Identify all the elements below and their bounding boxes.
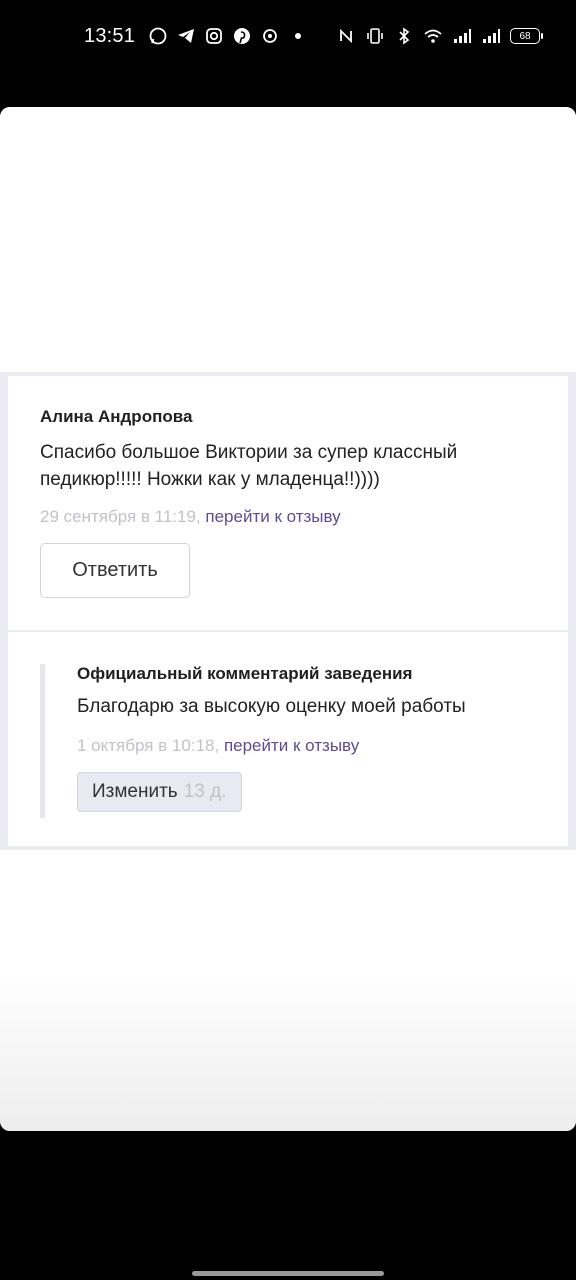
blank-area [0,107,576,372]
vibrate-icon [365,26,385,46]
notification-icons [148,26,308,46]
review-text: Спасибо большое Виктории за супер классн… [40,442,458,490]
official-comment-meta: 1 октября в 10:18, перейти к отзыву [77,736,536,756]
edit-days-left: 13 д. [183,781,227,802]
content-sheet: Алина Андропова Спасибо большое Виктории… [0,107,576,1131]
telegram-icon [176,26,196,46]
official-comment-date: 1 октября в 10:18, [77,736,220,755]
whatsapp-icon [148,26,168,46]
status-bar: 13:51 68 [0,0,576,76]
bottom-fade [0,971,576,1131]
signal-icon [452,26,472,46]
edit-button[interactable]: Изменить 13 д. [77,772,242,812]
official-comment-title: Официальный комментарий заведения [77,664,413,683]
official-go-to-review-link[interactable]: перейти к отзыву [224,736,359,755]
edit-label: Изменить [92,781,178,802]
pinterest-icon [232,26,252,46]
official-comment-text: Благодарю за высокую оценку моей работы [77,696,466,717]
battery-indicator: 68 [510,28,543,44]
system-icons: 68 [336,26,543,46]
status-time: 13:51 [84,25,136,47]
home-indicator[interactable] [192,1271,384,1276]
official-comment-body: Официальный комментарий заведения Благод… [40,664,536,818]
dot-icon [288,26,308,46]
review-meta: 29 сентября в 11:19, перейти к отзыву [40,507,536,527]
review-date: 29 сентября в 11:19, [40,507,201,526]
reviews-section: Алина Андропова Спасибо большое Виктории… [0,372,576,850]
reply-button[interactable]: Ответить [40,543,190,598]
review-author: Алина Андропова [40,407,193,426]
signal-icon [481,26,501,46]
nfc-icon [336,26,356,46]
app-icon [260,26,280,46]
review-card: Алина Андропова Спасибо большое Виктории… [8,376,568,846]
wifi-icon [423,26,443,46]
go-to-review-link[interactable]: перейти к отзыву [205,507,340,526]
official-comment: Официальный комментарий заведения Благод… [8,632,568,846]
bluetooth-icon [394,26,414,46]
instagram-icon [204,26,224,46]
review: Алина Андропова Спасибо большое Виктории… [8,376,568,632]
